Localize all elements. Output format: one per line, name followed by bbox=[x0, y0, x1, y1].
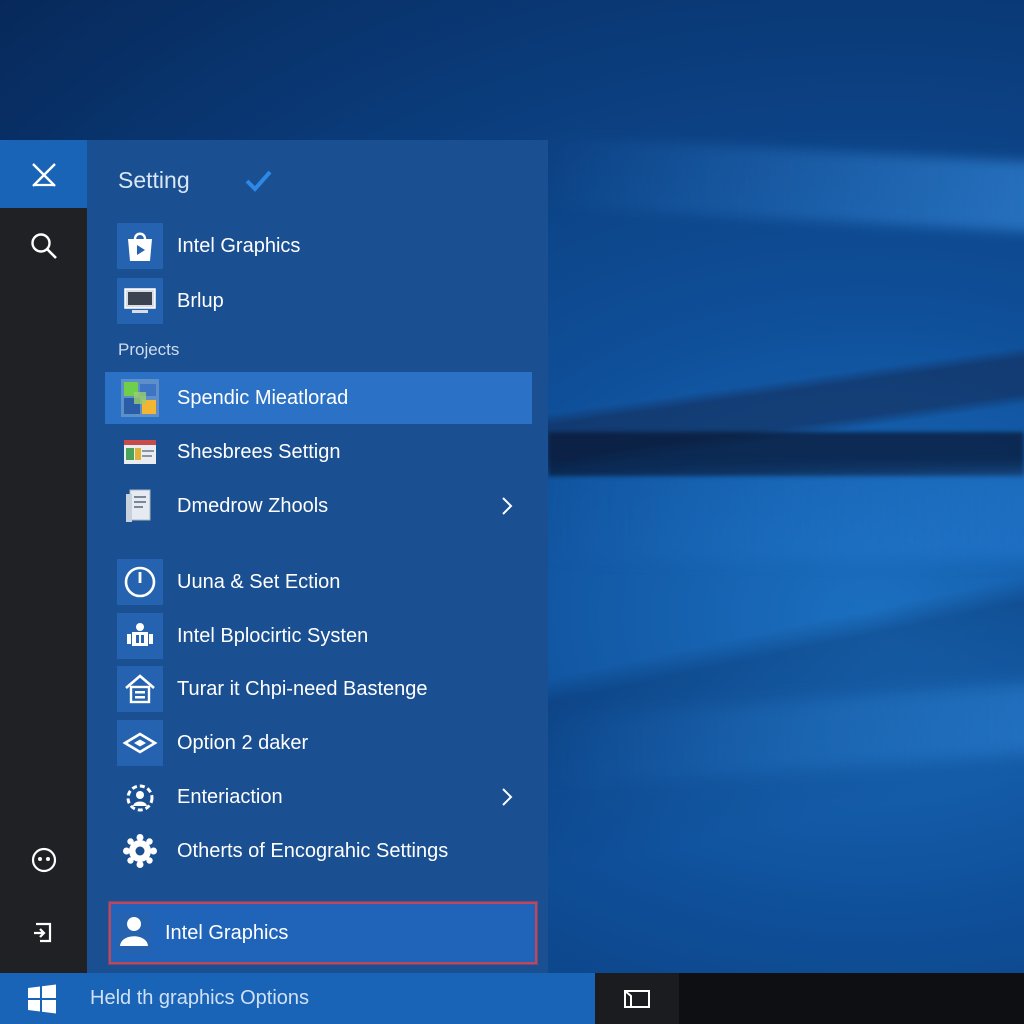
menu-item-label: Option 2 daker bbox=[177, 731, 309, 754]
wallpaper-light-beam bbox=[540, 681, 1024, 789]
menu-item-spendic-mieatlorad[interactable]: Spendic Mieatlorad bbox=[105, 372, 532, 424]
document-tool-icon bbox=[117, 483, 163, 529]
power-clock-icon bbox=[117, 559, 163, 605]
menu-item-label: Intel Bplocirtic Systen bbox=[177, 624, 369, 647]
menu-item-dmedrow-zhools[interactable]: Dmedrow Zhools bbox=[105, 480, 532, 532]
section-label-projects: Projects bbox=[118, 340, 180, 359]
gear-person-icon bbox=[117, 774, 163, 820]
menu-item-intel-bplocirtic-systen[interactable]: Intel Bplocirtic Systen bbox=[105, 610, 532, 662]
task-view-icon bbox=[624, 989, 650, 1008]
system-chip-icon bbox=[117, 613, 163, 659]
store-bag-icon bbox=[117, 223, 163, 269]
chevron-right-icon bbox=[502, 788, 513, 806]
menu-item-otherts-of-encograhic-settings[interactable]: Otherts of Encograhic Settings bbox=[105, 825, 532, 877]
user-icon bbox=[117, 912, 151, 954]
wallpaper-light-beam bbox=[540, 470, 1024, 560]
menu-item-label: Enteriaction bbox=[177, 785, 283, 808]
menu-item-label: Uuna & Set Ection bbox=[177, 570, 341, 593]
taskbar bbox=[0, 973, 1024, 1024]
home-lock-icon bbox=[117, 666, 163, 712]
windows-logo-icon bbox=[28, 984, 56, 1013]
close-button[interactable] bbox=[0, 140, 87, 208]
menu-item-intel-graphics-highlighted[interactable]: Intel Graphics bbox=[109, 902, 537, 964]
panel-title: Setting bbox=[118, 167, 190, 193]
search-icon bbox=[30, 233, 57, 259]
start-menu-rail bbox=[0, 140, 87, 973]
menu-item-brlup[interactable]: Brlup bbox=[105, 275, 532, 327]
power-icon bbox=[33, 922, 51, 943]
search-button[interactable] bbox=[0, 222, 87, 270]
menu-item-shesbrees-settign[interactable]: Shesbrees Settign bbox=[105, 426, 532, 478]
menu-item-label: Intel Graphics bbox=[165, 921, 289, 944]
start-button[interactable] bbox=[0, 973, 84, 1024]
wallpaper-light-beam bbox=[540, 136, 1024, 234]
feedback-button[interactable] bbox=[0, 836, 87, 884]
close-icon bbox=[31, 163, 56, 187]
task-view-button[interactable] bbox=[595, 973, 679, 1024]
search-input[interactable] bbox=[88, 986, 582, 1011]
start-menu-panel: Setting Intel Graphics Brlup Projects Sp… bbox=[87, 140, 548, 973]
checkmark-icon bbox=[245, 170, 272, 192]
menu-item-turar-it-chpi-need-bastenge[interactable]: Turar it Chpi-need Bastenge bbox=[105, 663, 532, 715]
menu-item-label: Turar it Chpi-need Bastenge bbox=[177, 677, 428, 700]
chevron-right-icon bbox=[502, 497, 513, 515]
settings-gear-icon bbox=[117, 828, 163, 874]
menu-item-label: Otherts of Encograhic Settings bbox=[177, 839, 449, 862]
menu-item-label: Brlup bbox=[177, 289, 224, 312]
power-button[interactable] bbox=[0, 909, 87, 957]
menu-item-label: Intel Graphics bbox=[177, 234, 301, 257]
menu-item-label: Dmedrow Zhools bbox=[177, 494, 329, 517]
taskbar-search-box[interactable] bbox=[84, 973, 595, 1024]
menu-item-label: Shesbrees Settign bbox=[177, 440, 341, 463]
menu-item-intel-graphics[interactable]: Intel Graphics bbox=[105, 220, 532, 272]
photo-app-icon bbox=[117, 375, 163, 421]
color-palette-icon bbox=[117, 429, 163, 475]
menu-item-label: Spendic Mieatlorad bbox=[177, 386, 349, 409]
diamond-icon bbox=[117, 720, 163, 766]
menu-item-uuna-set-ection[interactable]: Uuna & Set Ection bbox=[105, 556, 532, 608]
menu-item-enteriaction[interactable]: Enteriaction bbox=[105, 771, 532, 823]
menu-item-option-2-daker[interactable]: Option 2 daker bbox=[105, 717, 532, 769]
smiley-icon bbox=[31, 847, 56, 873]
monitor-icon bbox=[117, 278, 163, 324]
